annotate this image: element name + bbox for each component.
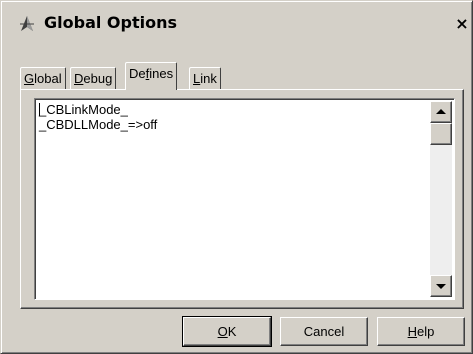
tab-global[interactable]: Global	[20, 67, 66, 89]
help-button[interactable]: Help	[377, 317, 465, 346]
defines-textarea[interactable]: _CBLinkMode_ _CBDLLMode_=>off	[34, 98, 455, 300]
scroll-down-button[interactable]	[430, 275, 452, 297]
title-bar[interactable]: Global Options ×	[4, 4, 469, 44]
tab-link[interactable]: Link	[189, 67, 221, 89]
tab-debug[interactable]: Debug	[70, 67, 117, 89]
dialog-window: Global Options × Global Debug Defines Li…	[0, 0, 473, 354]
arrow-down-icon	[436, 284, 446, 289]
defines-text: _CBLinkMode_ _CBDLLMode_=>off	[39, 102, 158, 132]
close-icon[interactable]: ×	[452, 14, 472, 34]
tab-defines[interactable]: Defines	[125, 62, 178, 90]
arrow-up-icon	[436, 109, 446, 114]
window-title: Global Options	[44, 13, 178, 32]
app-icon	[18, 15, 36, 33]
scroll-up-button[interactable]	[430, 101, 452, 123]
scroll-thumb[interactable]	[430, 123, 452, 145]
vertical-scrollbar[interactable]	[430, 101, 452, 297]
ok-button[interactable]: OK	[182, 316, 272, 347]
cancel-button[interactable]: Cancel	[280, 317, 368, 346]
